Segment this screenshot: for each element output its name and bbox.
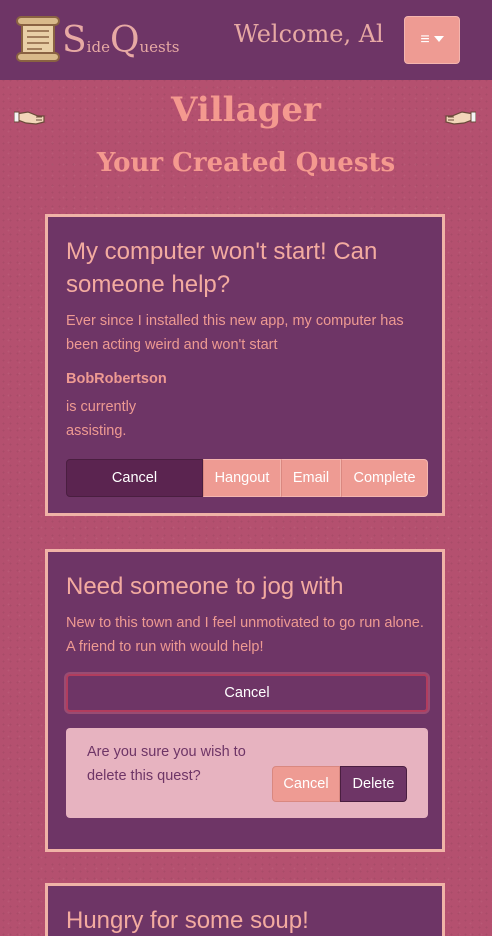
welcome-message: Welcome, Al: [234, 20, 384, 48]
quest-description: Ever since I installed this new app, my …: [66, 313, 404, 353]
quest-card: Hungry for some soup!: [45, 883, 445, 936]
cancel-button[interactable]: Cancel: [66, 459, 203, 497]
quest-title: Hungry for some soup!: [66, 907, 309, 934]
email-button[interactable]: Email: [281, 459, 341, 497]
delete-confirmation: Are you sure you wish to delete this que…: [66, 728, 428, 818]
quest-description: New to this town and I feel unmotivated …: [66, 615, 424, 655]
caret-down-icon: [433, 36, 444, 42]
cancel-button[interactable]: Cancel: [66, 674, 428, 712]
complete-button[interactable]: Complete: [341, 459, 428, 497]
hangout-button[interactable]: Hangout: [203, 459, 281, 497]
quest-title: Need someone to jog with: [66, 573, 344, 600]
brand-q: Q: [109, 20, 140, 61]
brand-uests: uests: [139, 38, 180, 56]
navbar: SideQuests Welcome, Al ≡: [0, 0, 492, 80]
page-title: Villager: [171, 90, 321, 130]
confirm-cancel-button[interactable]: Cancel: [272, 766, 340, 802]
quest-card: My computer won't start! Can someone hel…: [45, 214, 445, 516]
scroll-icon[interactable]: [14, 14, 62, 64]
confirm-message: Are you sure you wish to delete this que…: [87, 744, 246, 784]
confirm-delete-button[interactable]: Delete: [340, 766, 407, 802]
hamburger-icon: ≡: [420, 31, 430, 48]
quest-title: My computer won't start! Can someone hel…: [66, 238, 378, 298]
helper-status: is currently assisting.: [66, 399, 137, 439]
quest-actions: Cancel Hangout Email Complete: [66, 459, 428, 497]
quest-card: Need someone to jog with New to this tow…: [45, 549, 445, 852]
brand-s: S: [62, 20, 87, 61]
helper-name[interactable]: BobRobertson: [66, 371, 167, 387]
brand-ide: ide: [86, 38, 110, 56]
menu-toggle-button[interactable]: ≡: [404, 16, 460, 64]
brand-name[interactable]: SideQuests: [62, 20, 179, 61]
page-subtitle: Your Created Quests: [96, 148, 396, 178]
